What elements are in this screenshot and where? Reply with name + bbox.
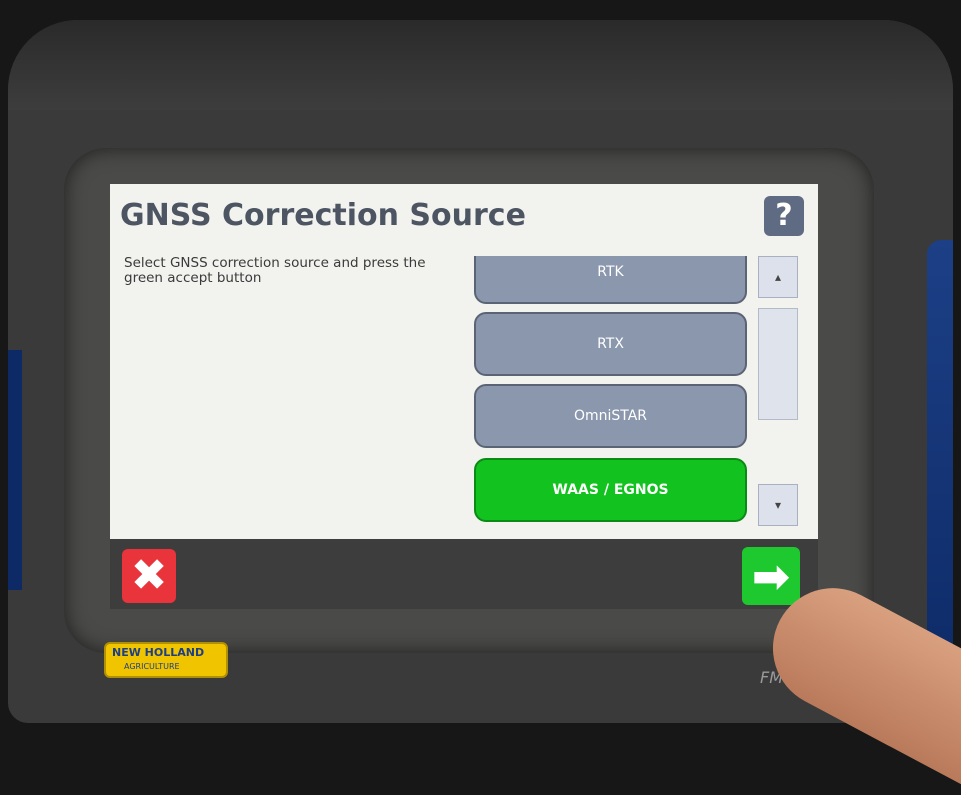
accept-button[interactable]: ➡ [742,547,800,605]
left-trim [8,350,22,590]
brand-logo: NEW HOLLAND AGRICULTURE [104,642,228,678]
help-button[interactable]: ? [764,196,804,236]
device-top-edge [8,20,953,110]
brand-subtitle: AGRICULTURE [124,662,180,671]
option-rtk[interactable]: RTK [474,256,747,304]
instructions-text: Select GNSS correction source and press … [124,255,426,286]
correction-source-list: RTK RTX OmniSTAR WAAS / EGNOS [474,256,749,528]
page-title: GNSS Correction Source [120,198,526,233]
action-bar: ✖ ➡ [110,539,818,609]
brand-name: NEW HOLLAND [112,646,205,659]
option-omnistar[interactable]: OmniSTAR [474,384,747,448]
scroll-thumb[interactable] [758,308,798,420]
scroll-up-button[interactable]: ▴ [758,256,798,298]
list-scrollbar[interactable]: ▴ ▾ [758,256,798,528]
option-rtx[interactable]: RTX [474,312,747,376]
cancel-button[interactable]: ✖ [122,549,176,603]
right-blue-trim [927,240,953,700]
display-screen: GNSS Correction Source ? Select GNSS cor… [110,184,818,609]
scroll-down-button[interactable]: ▾ [758,484,798,526]
option-waas-egnos[interactable]: WAAS / EGNOS [474,458,747,522]
